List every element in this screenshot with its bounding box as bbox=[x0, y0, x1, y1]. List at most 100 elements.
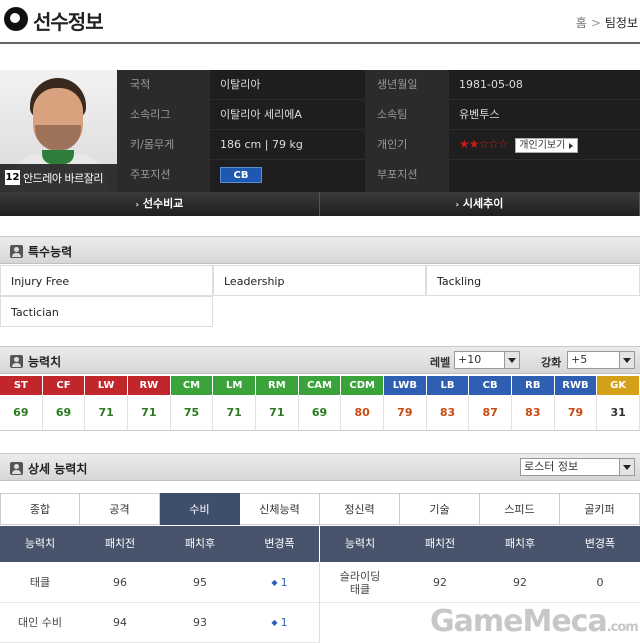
stat-name: 태클 bbox=[0, 563, 80, 603]
soccer-ball-icon bbox=[4, 7, 28, 31]
position-value-lm: 71 bbox=[213, 395, 256, 431]
stat-change: ◆ 1 bbox=[240, 603, 320, 643]
arrow-right-icon: › bbox=[135, 200, 139, 209]
sub-position-label: 부포지션 bbox=[365, 160, 449, 192]
tab-6[interactable]: 스피드 bbox=[480, 493, 560, 525]
position-value-lwb: 79 bbox=[384, 395, 427, 431]
tab-5[interactable]: 기술 bbox=[400, 493, 480, 525]
ability-item: Tactician bbox=[0, 296, 213, 327]
enhance-label: 강화 bbox=[541, 356, 562, 369]
tab-4[interactable]: 정신력 bbox=[320, 493, 400, 525]
position-header-rwb: RWB bbox=[554, 376, 598, 395]
position-header-rw: RW bbox=[128, 376, 171, 395]
ability-item: Injury Free bbox=[0, 265, 213, 296]
nationality-label: 국적 bbox=[118, 70, 210, 99]
section-title: 특수능력 bbox=[28, 245, 73, 259]
tab-1[interactable]: 공격 bbox=[80, 493, 160, 525]
player-name-bar: 12 안드레아 바르잘리 bbox=[0, 164, 117, 192]
breadcrumb-team-info[interactable]: 팀정보 bbox=[605, 16, 638, 30]
position-value-cam: 69 bbox=[298, 395, 342, 431]
page-header: 선수정보 홈 > 팀정보 bbox=[0, 0, 640, 44]
player-info-table: 국적 이탈리아 생년월일 1981-05-08 소속리그 이탈리아 세리에A 소… bbox=[118, 70, 640, 192]
col-after: 패치후 bbox=[480, 526, 560, 562]
player-action-bar: › 선수비교 › 시세추이 bbox=[0, 192, 640, 216]
stat-name: 슬라이딩 태클 bbox=[320, 563, 400, 603]
position-header-cdm: CDM bbox=[341, 376, 384, 395]
skill-view-button[interactable]: 개인기보기 bbox=[515, 137, 579, 153]
skill-label: 개인기 bbox=[365, 130, 449, 159]
main-position-label: 주포지션 bbox=[118, 160, 210, 192]
position-value-rw: 71 bbox=[128, 395, 171, 431]
position-value-lb: 83 bbox=[426, 395, 470, 431]
position-value-rm: 71 bbox=[256, 395, 299, 431]
position-header-rb: RB bbox=[512, 376, 555, 395]
breadcrumb-home-link[interactable]: 홈 bbox=[576, 16, 587, 30]
tab-3[interactable]: 신체능력 bbox=[240, 493, 320, 525]
compare-players-button[interactable]: › 선수비교 bbox=[0, 192, 320, 216]
level-label: 레벨 bbox=[430, 356, 451, 369]
stat-after: 92 bbox=[480, 563, 560, 603]
col-before: 패치전 bbox=[80, 526, 160, 562]
breadcrumb: 홈 > 팀정보 bbox=[576, 14, 638, 31]
tab-7[interactable]: 골키퍼 bbox=[560, 493, 640, 525]
position-header-st: ST bbox=[0, 376, 43, 395]
section-title: 상세 능력치 bbox=[28, 462, 88, 476]
col-before: 패치전 bbox=[400, 526, 480, 562]
team-label: 소속팀 bbox=[365, 100, 449, 129]
roster-select[interactable]: 로스터 정보 bbox=[520, 458, 635, 476]
position-value-cdm: 80 bbox=[341, 395, 384, 431]
nationality-value: 이탈리아 bbox=[210, 70, 365, 99]
height-weight-label: 키/몸무게 bbox=[118, 130, 210, 159]
stat-before: 94 bbox=[80, 603, 160, 643]
chevron-down-icon bbox=[504, 352, 519, 368]
sub-position-value bbox=[449, 160, 640, 192]
stat-after: 95 bbox=[160, 563, 240, 603]
position-header-lb: LB bbox=[426, 376, 470, 395]
section-title: 능력치 bbox=[28, 355, 62, 369]
position-header-cm: CM bbox=[170, 376, 214, 395]
position-badge: CB bbox=[220, 167, 262, 183]
info-row-body: 키/몸무게 186 cm | 79 kg 개인기 ★★☆☆☆ 개인기보기 bbox=[118, 130, 640, 159]
tab-0[interactable]: 종합 bbox=[0, 493, 80, 525]
tab-2[interactable]: 수비 bbox=[160, 493, 240, 525]
position-header-cb: CB bbox=[469, 376, 512, 395]
player-info-panel: 12 안드레아 바르잘리 국적 이탈리아 생년월일 1981-05-08 소속리… bbox=[0, 70, 640, 192]
birthdate-label: 생년월일 bbox=[365, 70, 449, 99]
position-header-cf: CF bbox=[42, 376, 86, 395]
person-icon bbox=[10, 245, 23, 258]
skill-value: ★★☆☆☆ 개인기보기 bbox=[449, 130, 640, 159]
col-change: 변경폭 bbox=[560, 526, 640, 562]
person-icon bbox=[10, 355, 23, 368]
col-stat-name: 능력치 bbox=[0, 526, 80, 562]
info-row-league: 소속리그 이탈리아 세리에A 소속팀 유벤투스 bbox=[118, 100, 640, 129]
stat-change: ◆ 1 bbox=[240, 563, 320, 603]
position-header-lw: LW bbox=[85, 376, 128, 395]
position-value-rb: 83 bbox=[512, 395, 555, 431]
market-trend-button[interactable]: › 시세추이 bbox=[320, 192, 640, 216]
ability-item: Tackling bbox=[426, 265, 640, 296]
skill-stars-icon: ★★☆☆☆ bbox=[459, 137, 509, 151]
stat-change: 0 bbox=[560, 563, 640, 603]
position-header-lm: LM bbox=[213, 376, 256, 395]
position-value-gk: 31 bbox=[597, 395, 640, 431]
position-value-cb: 87 bbox=[469, 395, 512, 431]
chevron-down-icon bbox=[619, 459, 634, 475]
stat-name: 대인 수비 bbox=[0, 603, 80, 643]
height-weight-value: 186 cm | 79 kg bbox=[210, 130, 365, 159]
chevron-down-icon bbox=[619, 352, 634, 368]
position-header-cam: CAM bbox=[298, 376, 342, 395]
stat-before: 92 bbox=[400, 563, 480, 603]
position-header-gk: GK bbox=[597, 376, 640, 395]
diamond-icon: ◆ bbox=[271, 618, 278, 627]
level-select[interactable]: +10 bbox=[454, 351, 520, 369]
enhance-select[interactable]: +5 bbox=[567, 351, 635, 369]
position-value-rwb: 79 bbox=[554, 395, 598, 431]
col-stat-name: 능력치 bbox=[320, 526, 400, 562]
col-after: 패치후 bbox=[160, 526, 240, 562]
arrow-right-icon: › bbox=[455, 200, 459, 209]
player-photo: 12 안드레아 바르잘리 bbox=[0, 70, 117, 192]
position-value-cm: 75 bbox=[170, 395, 214, 431]
diamond-icon: ◆ bbox=[271, 578, 278, 587]
back-number: 12 bbox=[5, 170, 20, 185]
info-row-position: 주포지션 CB 부포지션 bbox=[118, 160, 640, 192]
